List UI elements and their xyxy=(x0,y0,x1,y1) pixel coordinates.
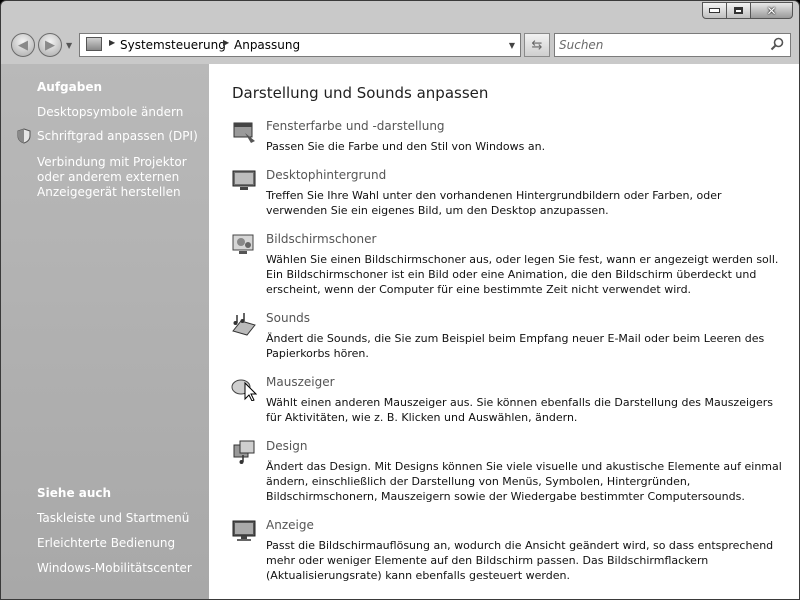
forward-button[interactable]: ▶ xyxy=(38,33,62,57)
task-pane: Aufgaben Desktopsymbole ändern Schriftgr… xyxy=(1,64,209,599)
section-description: Ändert die Sounds, die Sie zum Beispiel … xyxy=(266,332,765,360)
desktop-background-icon xyxy=(232,170,256,190)
mouse-pointer-icon xyxy=(231,379,257,401)
see-also-heading: Siehe auch xyxy=(37,486,112,500)
theme-icon xyxy=(233,440,255,464)
see-also-link-mobility-center[interactable]: Windows-Mobilitätscenter xyxy=(37,561,205,576)
main-panel: Darstellung und Sounds anpassen Fensterf… xyxy=(209,64,799,599)
tasks-heading: Aufgaben xyxy=(37,80,103,94)
forward-arrow-icon: ▶ xyxy=(45,37,55,53)
section-description: Wählt einen anderen Mauszeiger aus. Sie … xyxy=(266,396,774,424)
refresh-button[interactable]: ⇆ xyxy=(524,33,550,57)
section-title[interactable]: Mauszeiger xyxy=(266,375,335,389)
sounds-icon xyxy=(232,313,256,336)
task-link-projector[interactable]: Verbindung mit Projektor oder anderem ex… xyxy=(37,155,205,200)
navigation-bar: ◀ ▶ ▼ ▶ Systemsteuerung ▶ Anpassung ▼ ⇆ xyxy=(1,31,799,61)
section-title[interactable]: Desktophintergrund xyxy=(266,168,386,182)
breadcrumb-item[interactable]: Systemsteuerung xyxy=(120,38,226,52)
task-link-adjust-dpi[interactable]: Schriftgrad anpassen (DPI) xyxy=(37,129,205,144)
page-title: Darstellung und Sounds anpassen xyxy=(232,84,489,102)
section-title[interactable]: Bildschirmschoner xyxy=(266,232,376,246)
section-title[interactable]: Sounds xyxy=(266,311,310,325)
window-color-icon xyxy=(233,122,255,143)
address-dropdown-icon[interactable]: ▼ xyxy=(509,41,515,50)
close-icon: ✕ xyxy=(766,3,777,18)
control-panel-icon xyxy=(86,37,102,51)
shield-icon xyxy=(17,128,31,144)
search-box[interactable] xyxy=(554,33,791,57)
refresh-icon: ⇆ xyxy=(531,37,543,53)
see-also-link-taskbar[interactable]: Taskleiste und Startmenü xyxy=(37,511,205,526)
section-description: Passen Sie die Farbe und den Stil von Wi… xyxy=(266,140,546,153)
control-panel-window: ✕ ◀ ▶ ▼ ▶ Systemsteuerung ▶ Anpassung ▼ … xyxy=(0,0,800,600)
breadcrumb-separator-icon[interactable]: ▶ xyxy=(109,38,115,47)
task-link-desktop-icons[interactable]: Desktopsymbole ändern xyxy=(37,105,205,120)
address-bar[interactable]: ▶ Systemsteuerung ▶ Anpassung ▼ xyxy=(79,33,521,57)
maximize-icon xyxy=(734,7,743,14)
back-button[interactable]: ◀ xyxy=(11,33,35,57)
section-title[interactable]: Anzeige xyxy=(266,518,314,532)
maximize-button[interactable] xyxy=(726,2,751,19)
section-description: Wählen Sie einen Bildschirmschoner aus, … xyxy=(266,253,779,296)
breadcrumb-separator-icon[interactable]: ▶ xyxy=(223,38,229,47)
caption-buttons: ✕ xyxy=(702,2,793,19)
breadcrumb-item[interactable]: Anpassung xyxy=(234,38,300,52)
recent-pages-dropdown-icon[interactable]: ▼ xyxy=(66,41,72,50)
content-area: Aufgaben Desktopsymbole ändern Schriftgr… xyxy=(1,64,799,599)
display-settings-icon xyxy=(232,520,256,541)
section-title[interactable]: Fensterfarbe und -darstellung xyxy=(266,119,445,133)
section-title[interactable]: Design xyxy=(266,439,307,453)
section-description: Passt die Bildschirmauflösung an, wodurc… xyxy=(266,539,774,582)
close-button[interactable]: ✕ xyxy=(750,2,793,19)
screensaver-icon xyxy=(232,234,254,254)
minimize-button[interactable] xyxy=(702,2,727,19)
minimize-icon xyxy=(709,8,720,13)
magnifier-icon[interactable] xyxy=(770,37,784,51)
search-input[interactable] xyxy=(559,37,764,53)
back-arrow-icon: ◀ xyxy=(18,37,28,53)
section-description: Ändert das Design. Mit Designs können Si… xyxy=(266,460,782,503)
see-also-link-ease-of-access[interactable]: Erleichterte Bedienung xyxy=(37,536,205,551)
section-description: Treffen Sie Ihre Wahl unter den vorhande… xyxy=(266,189,722,217)
